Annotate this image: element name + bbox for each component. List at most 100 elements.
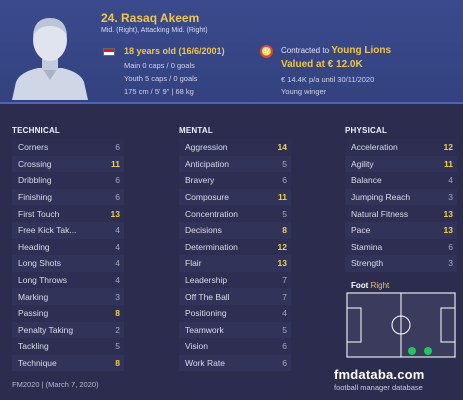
attribute-value: 5: [282, 208, 287, 219]
attribute-value: 13: [277, 258, 287, 269]
player-silhouette-icon: [8, 6, 92, 100]
attribute-name: Technique: [18, 358, 57, 369]
game-version: FM2020 | (March 7, 2020): [12, 380, 99, 389]
physical-column: PHYSICAL Acceleration 12 Agility 11 Balance 4…: [345, 126, 457, 272]
attribute-value: 11: [444, 158, 453, 169]
attribute-row: Concentration 5: [179, 205, 291, 222]
attribute-row: Work Rate 6: [179, 354, 291, 372]
attribute-value: 2: [115, 324, 120, 335]
attribute-row: Flair 13: [179, 255, 291, 272]
attribute-name: Acceleration: [351, 142, 398, 153]
contract-prefix: Contracted to: [281, 46, 332, 55]
attribute-row: Penalty Taking 2: [12, 321, 124, 339]
attribute-value: 12: [277, 241, 287, 252]
attribute-name: Pace: [351, 225, 371, 236]
attribute-value: 14: [277, 142, 287, 153]
attribute-value: 3: [115, 291, 120, 302]
attribute-row: Positioning 4: [179, 304, 291, 322]
attribute-name: First Touch: [18, 208, 60, 219]
technical-attributes: Corners 6 Crossing 11 Dribbling 6 Finishing 6 Fi…: [12, 139, 124, 372]
attribute-row: Vision 6: [179, 338, 291, 355]
attribute-name: Leadership: [185, 275, 228, 286]
attribute-value: 13: [110, 208, 120, 219]
attribute-name: Corners: [18, 142, 49, 153]
attribute-value: 5: [282, 324, 287, 335]
attribute-name: Aggression: [185, 142, 228, 153]
youth-caps: Youth 5 caps / 0 goals: [124, 74, 198, 83]
attribute-name: Natural Fitness: [351, 208, 409, 219]
attribute-name: Passing: [18, 308, 49, 319]
player-positions: Mid. (Right), Attacking Mid. (Right): [101, 27, 208, 34]
attribute-row: Marking 3: [12, 288, 124, 305]
attribute-row: Teamwork 5: [179, 321, 291, 339]
player-wage: € 14.4K p/a until 30/11/2020: [281, 75, 375, 84]
attribute-row: Long Shots 4: [12, 255, 124, 272]
nationality-flag-icon: [103, 48, 115, 56]
attribute-name: Crossing: [18, 158, 52, 169]
position-pitch: [346, 292, 456, 358]
technical-title: TECHNICAL: [12, 126, 61, 135]
attribute-row: Stamina 6: [345, 238, 457, 256]
attribute-row: Balance 4: [345, 172, 457, 189]
attribute-name: Jumping Reach: [351, 192, 411, 203]
attribute-row: Technique 8: [12, 354, 124, 372]
attribute-value: 4: [115, 275, 120, 286]
attribute-value: 7: [282, 291, 287, 302]
attribute-name: Off The Ball: [185, 291, 230, 302]
attribute-value: 8: [282, 225, 287, 236]
attribute-row: Anticipation 5: [179, 155, 291, 173]
technical-column: TECHNICAL Corners 6 Crossing 11 Dribbling 6 Fi…: [12, 126, 124, 372]
attribute-row: Natural Fitness 13: [345, 205, 457, 222]
attribute-row: Jumping Reach 3: [345, 188, 457, 206]
attribute-row: Tackling 5: [12, 338, 124, 355]
attribute-row: Crossing 11: [12, 155, 124, 173]
attribute-value: 7: [282, 275, 287, 286]
height-weight: 175 cm / 5' 9" | 68 kg: [124, 87, 194, 96]
attribute-name: Dribbling: [18, 175, 52, 186]
attribute-value: 4: [115, 241, 120, 252]
attribute-row: First Touch 13: [12, 205, 124, 222]
attribute-value: 8: [115, 358, 120, 369]
attribute-value: 8: [115, 308, 120, 319]
physical-title: PHYSICAL: [345, 126, 388, 135]
attribute-value: 4: [282, 308, 287, 319]
attribute-name: Composure: [185, 192, 229, 203]
site-tagline: football manager database: [334, 383, 423, 392]
attribute-value: 4: [115, 225, 120, 236]
attribute-name: Decisions: [185, 225, 222, 236]
attribute-name: Work Rate: [185, 358, 225, 369]
mental-column: MENTAL Aggression 14 Anticipation 5 Bravery 6…: [179, 126, 291, 372]
preferred-foot: Foot Right: [351, 281, 389, 290]
attribute-value: 6: [115, 192, 120, 203]
attribute-row: Pace 13: [345, 221, 457, 239]
club-name[interactable]: Young Lions: [331, 45, 391, 56]
attribute-name: Concentration: [185, 208, 238, 219]
physical-attributes: Acceleration 12 Agility 11 Balance 4 Jumping R…: [345, 139, 457, 272]
position-dot-am-right: [424, 347, 432, 355]
attribute-name: Long Shots: [18, 258, 62, 269]
foot-label: Foot: [351, 281, 369, 290]
attribute-row: Composure 11: [179, 188, 291, 206]
attribute-value: 13: [443, 208, 453, 219]
attribute-row: Determination 12: [179, 238, 291, 256]
site-logo[interactable]: fmdataba.com: [334, 367, 425, 382]
attribute-name: Free Kick Tak...: [18, 225, 77, 236]
attribute-value: 11: [278, 192, 287, 203]
attribute-name: Tackling: [18, 341, 49, 352]
attribute-value: 4: [115, 258, 120, 269]
attribute-row: Off The Ball 7: [179, 288, 291, 305]
attribute-name: Heading: [18, 241, 50, 252]
attribute-name: Positioning: [185, 308, 227, 319]
attribute-value: 5: [115, 341, 120, 352]
position-dot-mid-right: [408, 347, 416, 355]
attribute-value: 6: [282, 175, 287, 186]
mental-attributes: Aggression 14 Anticipation 5 Bravery 6 Composu…: [179, 139, 291, 372]
attribute-name: Determination: [185, 241, 238, 252]
foot-side: Right: [370, 281, 390, 290]
attribute-name: Balance: [351, 175, 382, 186]
attribute-name: Vision: [185, 341, 208, 352]
attribute-name: Agility: [351, 158, 374, 169]
attribute-row: Finishing 6: [12, 188, 124, 206]
attribute-row: Corners 6: [12, 139, 124, 156]
attribute-value: 6: [115, 175, 120, 186]
